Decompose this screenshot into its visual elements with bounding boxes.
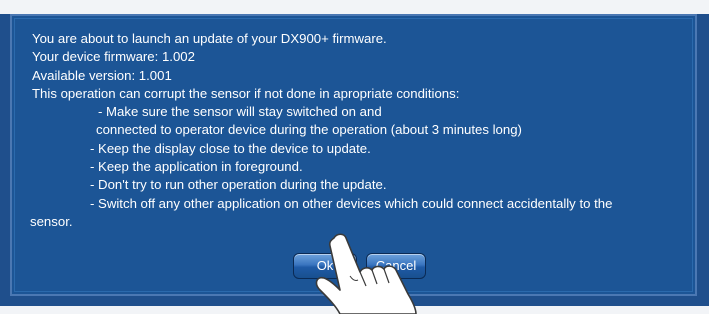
cancel-button[interactable]: Cancel xyxy=(366,253,426,279)
message-line-bullet-switched-on: - Make sure the sensor will stay switche… xyxy=(98,104,382,120)
message-line-bullet-display: - Keep the display close to the device t… xyxy=(90,140,371,156)
message-line-bullet-no-other-operation: - Don't try to run other operation durin… xyxy=(90,177,387,193)
message-line-sensor: sensor. xyxy=(30,213,73,229)
message-line-bullet-connected: connected to operator device during the … xyxy=(96,122,522,138)
message-line-available-version: Available version: 1.001 xyxy=(32,67,172,83)
bottom-margin xyxy=(0,306,709,314)
firmware-update-dialog: You are about to launch an update of you… xyxy=(10,14,697,296)
message-line-bullet-switch-off: - Switch off any other application on ot… xyxy=(90,195,613,211)
dialog-message: You are about to launch an update of you… xyxy=(30,30,692,231)
ok-button[interactable]: Ok xyxy=(293,253,357,279)
message-line-warning: This operation can corrupt the sensor if… xyxy=(32,85,460,101)
message-line-bullet-foreground: - Keep the application in foreground. xyxy=(90,159,303,175)
screen: You are about to launch an update of you… xyxy=(0,0,709,314)
top-margin xyxy=(0,0,709,14)
message-line-intro: You are about to launch an update of you… xyxy=(32,31,387,46)
message-line-device-firmware: Your device firmware: 1.002 xyxy=(32,49,195,65)
